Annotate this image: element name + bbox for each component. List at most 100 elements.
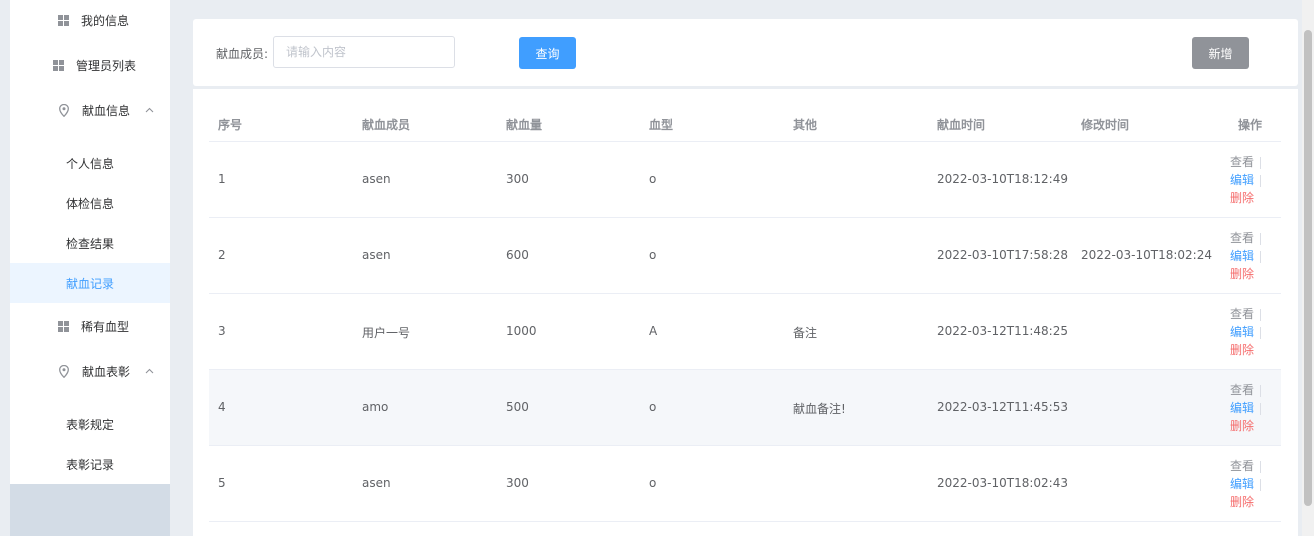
- scrollbar-thumb[interactable]: [1304, 30, 1312, 506]
- grid-icon: [58, 320, 69, 332]
- cell-type: o: [649, 172, 657, 186]
- cell-amount: 600: [506, 248, 529, 262]
- row-actions: 查看 编辑 删除: [1221, 457, 1261, 511]
- column-header: 修改时间: [1081, 118, 1130, 132]
- sidebar-item-label: 我的信息: [81, 13, 130, 28]
- divider: [1260, 460, 1261, 473]
- cell-amount: 500: [506, 400, 529, 414]
- member-search-input[interactable]: [273, 36, 455, 68]
- delete-link-label: 删除: [1229, 419, 1254, 433]
- column-header: 血型: [649, 118, 674, 132]
- delete-link-label: 删除: [1229, 495, 1254, 509]
- delete-link[interactable]: 删除: [1221, 265, 1261, 283]
- sidebar-item-admin-list[interactable]: 管理员列表: [10, 45, 170, 85]
- divider: [1260, 402, 1261, 415]
- sidebar-item-rare-blood[interactable]: 稀有血型: [10, 306, 170, 346]
- sidebar-subitem-label: 献血记录: [66, 276, 115, 291]
- sidebar-subitem-label: 表彰规定: [66, 417, 115, 432]
- table-row: 1 asen 300 o 2022-03-10T18:12:49 查看 编辑 删除: [209, 142, 1281, 218]
- cell-id: 1: [218, 172, 226, 186]
- cell-time: 2022-03-10T18:02:43: [937, 476, 1068, 490]
- sidebar-subitem-donation-records[interactable]: 献血记录: [10, 263, 170, 303]
- sidebar-item-label: 献血信息: [82, 103, 131, 118]
- edit-link[interactable]: 编辑: [1221, 171, 1261, 189]
- divider: [1260, 308, 1261, 321]
- table-row: 4 amo 500 o 献血备注! 2022-03-12T11:45:53 查看 编辑 删除: [209, 370, 1281, 446]
- view-link[interactable]: 查看: [1221, 381, 1261, 399]
- cell-amount: 300: [506, 172, 529, 186]
- view-link-label: 查看: [1229, 383, 1254, 397]
- view-link[interactable]: 查看: [1221, 153, 1261, 171]
- column-header: 献血量: [506, 118, 543, 132]
- row-actions: 查看 编辑 删除: [1221, 229, 1261, 283]
- page-scrollbar[interactable]: [1302, 0, 1314, 536]
- sidebar-subitem-test-results[interactable]: 检查结果: [10, 223, 170, 263]
- cell-member: asen: [362, 248, 391, 262]
- view-link[interactable]: 查看: [1221, 457, 1261, 475]
- edit-link[interactable]: 编辑: [1221, 323, 1261, 341]
- cell-member: amo: [362, 400, 389, 414]
- view-link[interactable]: 查看: [1221, 229, 1261, 247]
- search-bar: 献血成员: 查询 新增: [193, 19, 1298, 86]
- edit-link-label: 编辑: [1229, 249, 1254, 263]
- sidebar-subitem-label: 个人信息: [66, 156, 115, 171]
- column-header: 序号: [218, 118, 243, 132]
- view-link-label: 查看: [1229, 307, 1254, 321]
- row-actions: 查看 编辑 删除: [1221, 305, 1261, 359]
- cell-id: 3: [218, 324, 226, 338]
- sidebar-subitem-award-records[interactable]: 表彰记录: [10, 444, 170, 484]
- divider: [1260, 232, 1261, 245]
- cell-type: o: [649, 476, 657, 490]
- sidebar-item-blood-info[interactable]: 献血信息: [10, 90, 170, 130]
- sidebar-subitem-label: 表彰记录: [66, 457, 115, 472]
- sidebar-item-my-info[interactable]: 我的信息: [10, 0, 170, 40]
- cell-amount: 1000: [506, 324, 537, 338]
- sidebar: 我的信息 管理员列表 献血信息 个人信息 体检信息 检查结果 献血记录 稀有血型…: [10, 0, 170, 536]
- sidebar-subitem-award-rules[interactable]: 表彰规定: [10, 404, 170, 444]
- cell-id: 5: [218, 476, 226, 490]
- add-button[interactable]: 新增: [1192, 37, 1249, 69]
- query-button[interactable]: 查询: [519, 37, 576, 69]
- delete-link[interactable]: 删除: [1221, 341, 1261, 359]
- grid-icon: [58, 14, 69, 26]
- cell-time: 2022-03-10T17:58:28: [937, 248, 1068, 262]
- cell-member: asen: [362, 476, 391, 490]
- delete-link[interactable]: 删除: [1221, 417, 1261, 435]
- view-link-label: 查看: [1229, 231, 1254, 245]
- cell-member: 用户一号: [362, 326, 411, 340]
- edit-link-label: 编辑: [1229, 477, 1254, 491]
- divider: [1260, 156, 1261, 169]
- column-header: 献血时间: [937, 118, 986, 132]
- cell-other: 献血备注!: [793, 402, 846, 416]
- donation-records-table: 序号 献血成员 献血量 血型 其他 献血时间 修改时间 操作 1 asen 300 o…: [193, 89, 1298, 536]
- cell-id: 4: [218, 400, 226, 414]
- delete-link[interactable]: 删除: [1221, 189, 1261, 207]
- sidebar-item-label: 献血表彰: [82, 364, 131, 379]
- delete-link[interactable]: 删除: [1221, 493, 1261, 511]
- edit-link-label: 编辑: [1229, 173, 1254, 187]
- delete-link-label: 删除: [1229, 191, 1254, 205]
- edit-link[interactable]: 编辑: [1221, 399, 1261, 417]
- column-header: 操作: [1238, 118, 1263, 132]
- cell-time: 2022-03-12T11:45:53: [937, 400, 1068, 414]
- table-row: 3 用户一号 1000 A 备注 2022-03-12T11:48:25 查看 编辑 删除: [209, 294, 1281, 370]
- cell-type: A: [649, 324, 658, 338]
- cell-id: 2: [218, 248, 226, 262]
- table-row: 2 asen 600 o 2022-03-10T17:58:28 2022-03-10T1…: [209, 218, 1281, 294]
- grid-icon: [53, 59, 64, 71]
- edit-link[interactable]: 编辑: [1221, 247, 1261, 265]
- divider: [1260, 250, 1261, 263]
- table-row: 5 asen 300 o 2022-03-10T18:02:43 查看 编辑 删除: [209, 446, 1281, 522]
- sidebar-item-donation-awards[interactable]: 献血表彰: [10, 351, 170, 391]
- row-actions: 查看 编辑 删除: [1221, 381, 1261, 435]
- column-header: 献血成员: [362, 118, 411, 132]
- delete-link-label: 删除: [1229, 343, 1254, 357]
- sidebar-item-label: 管理员列表: [76, 58, 137, 73]
- edit-link[interactable]: 编辑: [1221, 475, 1261, 493]
- sidebar-subitem-checkup-info[interactable]: 体检信息: [10, 183, 170, 223]
- delete-link-label: 删除: [1229, 267, 1254, 281]
- view-link-label: 查看: [1229, 459, 1254, 473]
- view-link[interactable]: 查看: [1221, 305, 1261, 323]
- sidebar-subitem-personal-info[interactable]: 个人信息: [10, 143, 170, 183]
- sidebar-subitem-label: 体检信息: [66, 196, 115, 211]
